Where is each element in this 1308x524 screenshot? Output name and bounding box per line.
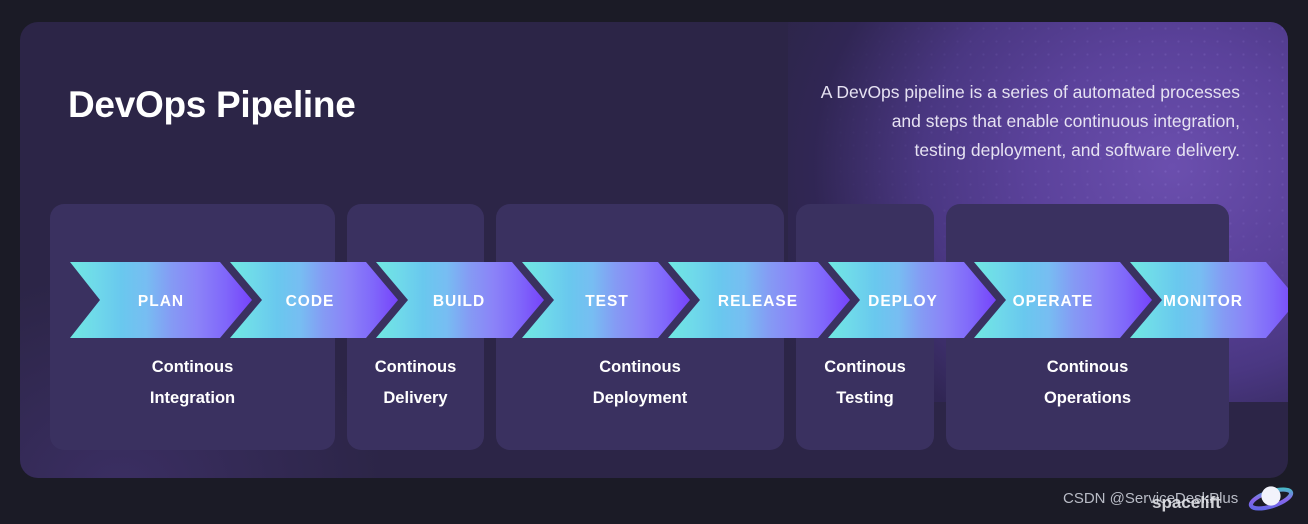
page-title: DevOps Pipeline <box>68 84 356 125</box>
panel-label-line-1: Continous <box>151 358 234 376</box>
panel-label: Continous Testing <box>796 352 934 414</box>
chevron-label-release: RELEASE <box>718 293 798 310</box>
description-line-1: A DevOps pipeline is a series of automat… <box>820 82 1240 102</box>
chevron-label-deploy: DEPLOY <box>868 293 938 310</box>
panel-label: Continous Delivery <box>347 352 484 414</box>
chevron-label-code: CODE <box>286 293 335 310</box>
chevron-label-build: BUILD <box>433 293 485 310</box>
panel-label-line-2: Integration <box>149 389 236 407</box>
chevron-labels: PLAN CODE BUILD TEST RELEASE DEPLOY OPER… <box>138 293 1243 310</box>
panel-label-line-2: Deployment <box>592 389 688 407</box>
chevron-label-test: TEST <box>585 293 629 310</box>
panel-label-line-2: Delivery <box>383 389 448 407</box>
panel-label-line-1: Continous <box>1046 358 1129 376</box>
chevron-label-plan: PLAN <box>138 293 184 310</box>
chevron-label-monitor: MONITOR <box>1163 293 1243 310</box>
description-text: A DevOps pipeline is a series of automat… <box>700 78 1240 165</box>
chevron-label-operate: OPERATE <box>1013 293 1094 310</box>
card-header: DevOps Pipeline A DevOps pipeline is a s… <box>20 22 1288 202</box>
planet-logo-icon <box>1248 486 1294 511</box>
panel-label-line-2: Operations <box>1043 389 1132 407</box>
panel-label: Continous Integration <box>50 352 335 414</box>
panel-label-line-1: Continous <box>374 358 457 376</box>
panel-label-line-2: Testing <box>836 389 894 407</box>
description-line-3: testing deployment, and software deliver… <box>914 140 1240 160</box>
spacelift-watermark: spacelift <box>1152 493 1221 512</box>
chevron-shapes <box>70 262 1288 338</box>
pipeline-panel-row: Continous Integration Continous Delivery… <box>50 204 1288 450</box>
panel-label-line-1: Continous <box>599 358 681 376</box>
chevron-stages-svg: PLAN CODE BUILD TEST RELEASE DEPLOY OPER… <box>70 262 1288 338</box>
panel-label: Continous Operations <box>946 352 1229 414</box>
panel-label-line-1: Continous <box>824 358 906 376</box>
pipeline-chevron-strip: PLAN CODE BUILD TEST RELEASE DEPLOY OPER… <box>70 262 1288 338</box>
panel-label: Continous Deployment <box>496 352 784 414</box>
description-line-2: and steps that enable continuous integra… <box>891 111 1240 131</box>
screenshot-root: DevOps Pipeline A DevOps pipeline is a s… <box>0 0 1308 524</box>
devops-pipeline-card: DevOps Pipeline A DevOps pipeline is a s… <box>20 22 1288 478</box>
